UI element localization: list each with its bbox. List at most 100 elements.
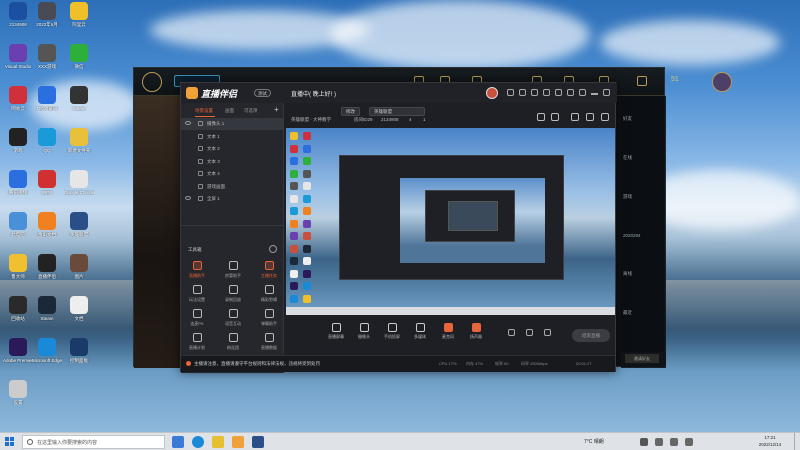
desktop-icon[interactable]: Steam	[32, 296, 62, 321]
desktop-icon[interactable]: 网易云	[3, 86, 33, 111]
tool-item[interactable]: 录制回放	[219, 285, 247, 303]
share-icon[interactable]	[537, 113, 545, 121]
tab-scenes[interactable]: 场景设置	[195, 108, 213, 114]
streaming-app-taskbar-icon[interactable]	[232, 436, 244, 448]
desktop-icon[interactable]: 图片	[64, 254, 94, 279]
desktop-icon[interactable]: QQ	[32, 128, 62, 153]
version-badge[interactable]: 测试	[254, 89, 271, 97]
message-icon[interactable]	[507, 89, 514, 96]
tab-screen[interactable]: 画面	[225, 108, 234, 114]
desktop-icon[interactable]: WPS	[32, 170, 62, 195]
desktop-icon[interactable]: Visual Studio	[3, 44, 33, 69]
maximize-icon[interactable]	[603, 89, 610, 96]
friends-item[interactable]: 游戏	[623, 194, 666, 200]
scene-row[interactable]: 文本 1	[181, 131, 284, 143]
eye-icon[interactable]	[185, 121, 191, 125]
desktop-icon[interactable]: 此电脑	[3, 212, 33, 237]
avatar[interactable]	[712, 72, 732, 92]
file-explorer-icon[interactable]	[212, 436, 224, 448]
desktop-icon[interactable]: 游戏	[3, 128, 33, 153]
network-icon[interactable]	[655, 438, 663, 446]
menu-icon[interactable]	[579, 89, 586, 96]
chevron-up-icon[interactable]	[640, 438, 648, 446]
bell-icon[interactable]	[586, 113, 594, 121]
bell-icon[interactable]	[567, 89, 574, 96]
gift-icon[interactable]	[555, 89, 562, 96]
skin-icon[interactable]	[543, 89, 550, 96]
toolbar-button[interactable]: 手机投屏	[378, 323, 406, 340]
volume-icon[interactable]	[670, 438, 678, 446]
desktop-icon[interactable]: 2134908	[3, 2, 33, 27]
scene-row[interactable]: 文本 4	[181, 168, 284, 180]
share-link-icon[interactable]	[601, 113, 609, 121]
toolbar-button[interactable]: 麦克风	[434, 323, 462, 340]
desktop-icon[interactable]: 金山文档	[32, 212, 62, 237]
desktop-icon[interactable]: 2022年6月	[32, 2, 62, 27]
toolbar-button[interactable]: 多媒体	[406, 323, 434, 340]
camera-settings-icon[interactable]	[508, 329, 515, 336]
minimize-icon[interactable]	[591, 93, 598, 95]
weather-widget[interactable]: 7°C 晴朗	[584, 438, 604, 445]
desktop-icon[interactable]: QQ浏览器	[32, 86, 62, 111]
desktop-icon[interactable]: Adobe Premiere	[3, 338, 33, 363]
desktop-icon[interactable]: 微信	[64, 44, 94, 69]
toolbar-button[interactable]: 扬声器	[462, 323, 490, 340]
invite-button[interactable]: 邀请好友	[625, 354, 659, 363]
link-icon[interactable]	[531, 89, 538, 96]
toolbox-settings-icon[interactable]	[269, 245, 277, 253]
tool-item[interactable]: 粉丝团	[219, 333, 247, 351]
friends-item[interactable]: 最近	[623, 310, 666, 316]
eye-icon[interactable]	[185, 196, 191, 200]
friends-item[interactable]: 离线	[623, 271, 666, 277]
desktop-icon[interactable]: 文档	[64, 296, 94, 321]
toolbar-button[interactable]: 摄像头	[350, 323, 378, 340]
desktop-icon[interactable]: 控制面板	[64, 338, 94, 363]
tool-item[interactable]: 主播任务	[255, 261, 283, 279]
settings-icon[interactable]	[637, 76, 647, 86]
lock-icon[interactable]	[551, 113, 559, 121]
league-logo-icon[interactable]	[142, 72, 162, 92]
friends-item[interactable]: 2020294	[623, 233, 666, 238]
tool-item[interactable]: 直播数据	[255, 333, 283, 351]
desktop-icon[interactable]: 回收站	[3, 296, 33, 321]
end-live-button[interactable]: 结束直播	[572, 329, 610, 342]
desktop-icon[interactable]: 英雄联盟	[64, 212, 94, 237]
tool-item[interactable]: 直播计划	[183, 333, 211, 351]
desktop-icon[interactable]: Google Chrome	[64, 170, 94, 195]
ime-icon[interactable]	[685, 438, 693, 446]
friends-item[interactable]: 好友	[623, 116, 666, 122]
timer-icon[interactable]	[526, 329, 533, 336]
room-number[interactable]: 2134908	[381, 117, 399, 122]
friends-item[interactable]: 在线	[623, 155, 666, 161]
edit-button[interactable]: 修改	[341, 107, 360, 116]
scene-row[interactable]: 摄像头 1	[181, 118, 284, 130]
category-select[interactable]: 英雄联盟	[369, 107, 425, 116]
desktop-icon[interactable]: 设置	[3, 380, 33, 405]
desktop-icon[interactable]: 新建文件夹	[64, 128, 94, 153]
scene-row[interactable]: 游戏画面	[181, 181, 284, 193]
desktop-icon[interactable]: 阿里云	[64, 2, 94, 27]
gear-icon[interactable]	[544, 329, 551, 336]
desktop-icon[interactable]: 腾讯视频	[3, 170, 33, 195]
tool-item[interactable]: 连麦PK	[183, 309, 211, 327]
tab-options[interactable]: 可选项	[244, 108, 258, 114]
task-view-icon[interactable]	[172, 436, 184, 448]
desktop-icon[interactable]: 鲁大师	[3, 254, 33, 279]
taskbar-clock[interactable]: 17:21 2022/12/14	[748, 434, 792, 448]
tool-item[interactable]: 玩法设置	[183, 285, 211, 303]
headset-icon[interactable]	[519, 89, 526, 96]
scene-row[interactable]: 全屏 1	[181, 193, 284, 205]
copy-icon[interactable]	[571, 113, 579, 121]
tool-item[interactable]: 房管助手	[219, 261, 247, 279]
scene-row[interactable]: 文本 3	[181, 156, 284, 168]
add-source-icon[interactable]: +	[274, 105, 279, 114]
tool-item[interactable]: 弹幕助手	[255, 309, 283, 327]
league-taskbar-icon[interactable]	[252, 436, 264, 448]
tool-item[interactable]: 语音互动	[219, 309, 247, 327]
desktop-icon[interactable]: Microsoft Edge	[32, 338, 62, 363]
desktop-icon[interactable]: XXX游戏	[32, 44, 62, 69]
avatar[interactable]	[486, 87, 498, 99]
scene-row[interactable]: 文本 2	[181, 143, 284, 155]
windows-start-icon[interactable]	[5, 437, 15, 447]
edge-icon[interactable]	[192, 436, 204, 448]
